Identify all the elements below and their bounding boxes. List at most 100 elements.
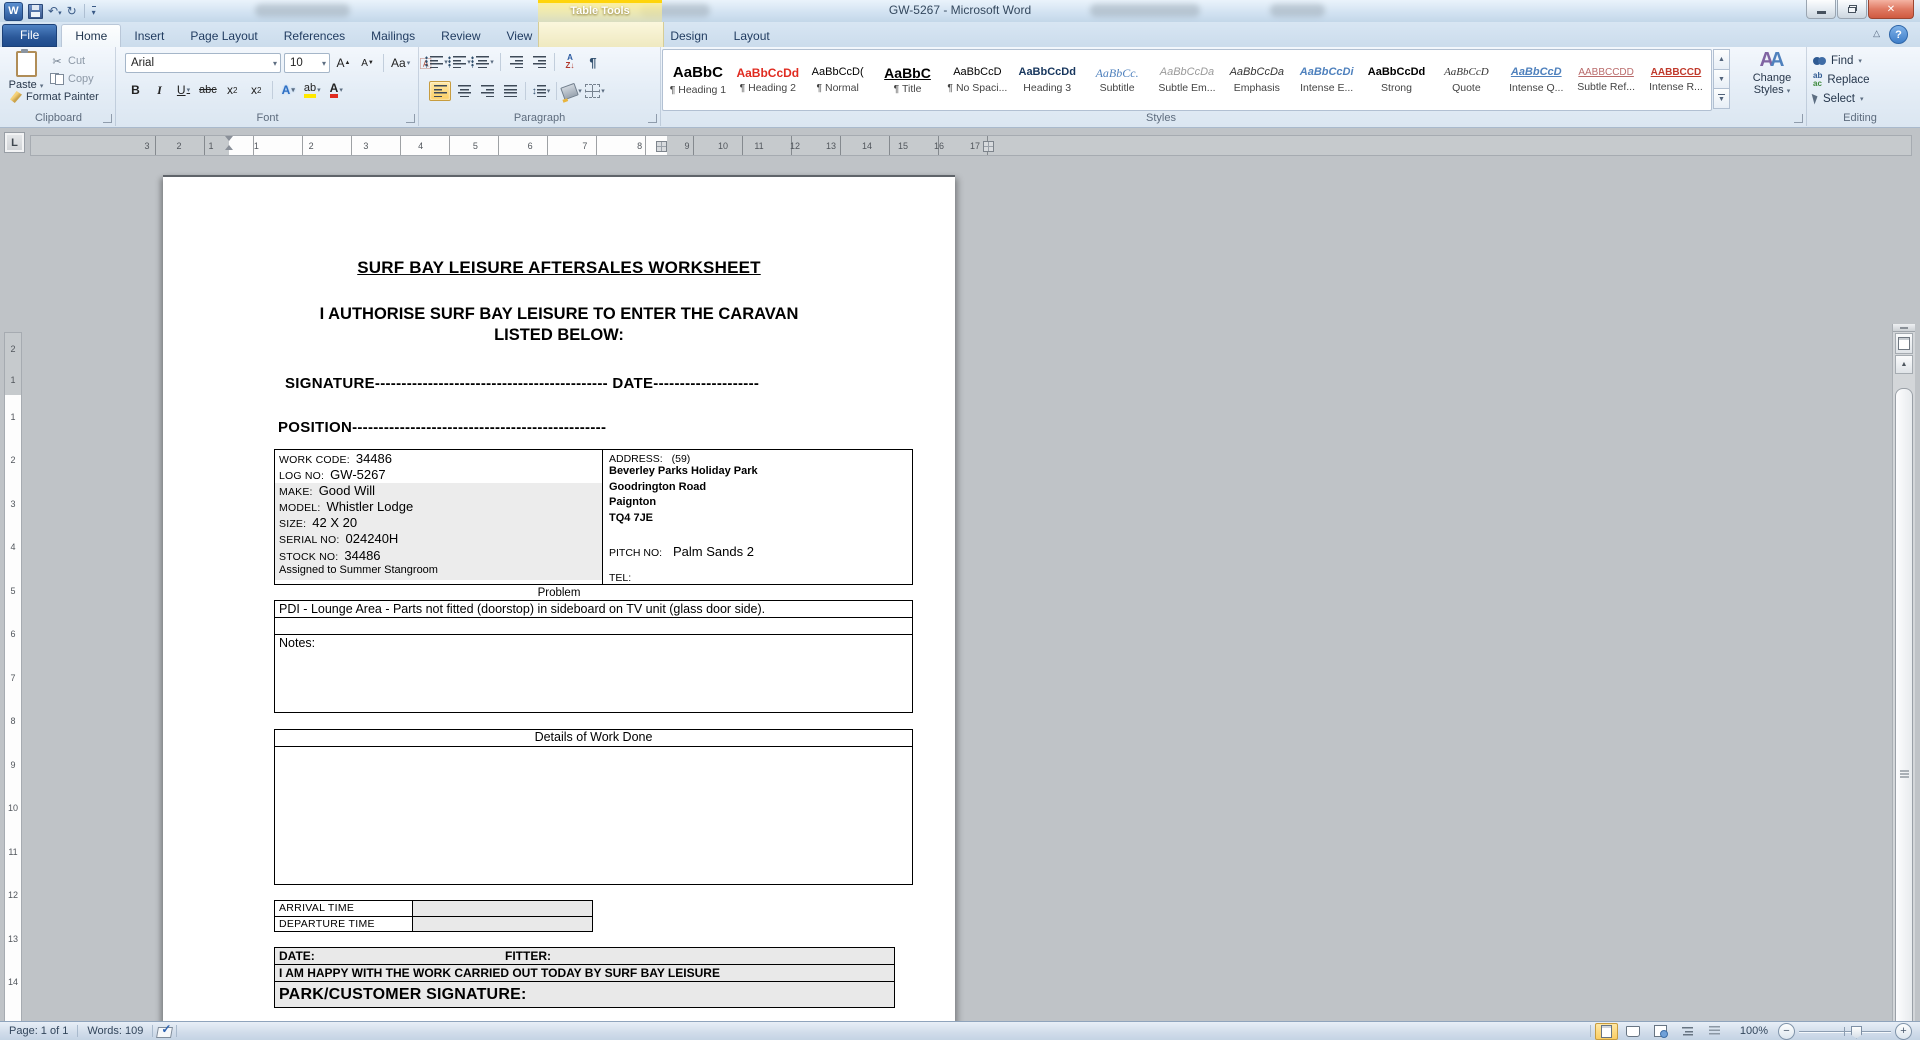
zoom-slider-thumb[interactable] <box>1851 1025 1862 1039</box>
scroll-up-icon[interactable]: ▲ <box>1895 355 1913 374</box>
tab-home[interactable]: Home <box>61 24 122 47</box>
style-item[interactable]: AaBbCcD( ¶ Normal <box>803 50 873 110</box>
bold-button[interactable]: B <box>125 81 146 99</box>
replace-button[interactable]: ab ac Replace <box>1813 71 1870 88</box>
find-button[interactable]: Find ▾ <box>1813 52 1862 69</box>
tab-insert[interactable]: Insert <box>121 25 177 47</box>
italic-button[interactable]: I <box>149 81 170 99</box>
hanging-indent-marker[interactable] <box>225 145 233 150</box>
change-styles-button[interactable]: AA Change Styles ▾ <box>1741 49 1803 109</box>
tab-review[interactable]: Review <box>428 25 493 47</box>
font-color-button[interactable]: A ▾ <box>326 81 347 99</box>
zoom-out-button[interactable]: − <box>1778 1022 1795 1040</box>
minimize-ribbon-icon[interactable]: △ <box>1873 28 1880 39</box>
styles-more-icon[interactable]: ▼ <box>1713 89 1730 110</box>
zoom-level[interactable]: 100% <box>1740 1025 1768 1037</box>
scrollbar-thumb[interactable] <box>1895 388 1913 1022</box>
vertical-ruler[interactable]: 21 123456789101112131415161718 <box>4 332 22 1022</box>
highlight-color-button[interactable]: ab ▾ <box>302 81 323 99</box>
style-item[interactable]: AaBbCcD ¶ No Spaci... <box>942 50 1012 110</box>
style-item[interactable]: AaBbCcDi Intense E... <box>1292 50 1362 110</box>
grow-font-button[interactable]: A ▲ <box>333 54 354 72</box>
style-item[interactable]: AaBbCcDd Heading 3 <box>1012 50 1082 110</box>
restore-button[interactable] <box>1837 0 1867 19</box>
style-item[interactable]: AaBbCcD Intense Q... <box>1501 50 1571 110</box>
copy-button[interactable]: Copy <box>50 71 94 87</box>
styles-scroll-up-icon[interactable]: ▲ <box>1713 49 1730 70</box>
multilevel-list-button[interactable]: ▾ <box>471 53 495 71</box>
proofing-status-icon[interactable]: ✓ <box>156 1022 174 1038</box>
tab-design[interactable]: Design <box>657 25 720 47</box>
cut-button[interactable]: ✂ Cut <box>50 53 85 69</box>
align-left-button[interactable] <box>429 81 451 101</box>
word-count[interactable]: Words: 109 <box>78 1025 152 1037</box>
style-item[interactable]: AaBbCcDa Emphasis <box>1222 50 1292 110</box>
align-right-button[interactable] <box>477 82 497 100</box>
horizontal-ruler[interactable]: 321 12345678 9 10 11 12 13 14 15 16 17 <box>30 135 1912 156</box>
vertical-scrollbar[interactable]: ▲ ▼ <box>1892 324 1915 1022</box>
styles-scroll-down-icon[interactable]: ▼ <box>1713 69 1730 90</box>
style-item[interactable]: AaBbCcDa Subtle Em... <box>1152 50 1222 110</box>
style-item[interactable]: AaBbC ¶ Heading 1 <box>663 50 733 110</box>
tab-page-layout[interactable]: Page Layout <box>177 25 270 47</box>
first-line-indent-marker[interactable] <box>225 136 233 141</box>
web-layout-view-button[interactable] <box>1649 1023 1672 1040</box>
justify-button[interactable] <box>500 82 520 100</box>
help-icon[interactable]: ? <box>1889 25 1908 44</box>
ruler-toggle-button[interactable] <box>1895 333 1913 354</box>
tab-view[interactable]: View <box>494 25 546 47</box>
align-center-button[interactable] <box>454 82 474 100</box>
decrease-indent-button[interactable] <box>506 53 526 71</box>
font-dialog-launcher-icon[interactable] <box>406 114 415 123</box>
minimize-button[interactable] <box>1806 0 1836 19</box>
borders-button[interactable]: ▾ <box>585 82 605 100</box>
font-size-select[interactable]: 10 ▾ <box>284 53 330 73</box>
page-count[interactable]: Page: 1 of 1 <box>0 1025 77 1037</box>
paragraph-dialog-launcher-icon[interactable] <box>648 114 657 123</box>
shrink-font-button[interactable]: A ▼ <box>357 54 378 72</box>
split-handle[interactable] <box>1893 324 1915 332</box>
tab-file[interactable]: File <box>2 24 58 47</box>
text-effects-button[interactable]: A ▾ <box>278 81 299 99</box>
outline-view-button[interactable] <box>1676 1023 1699 1040</box>
print-layout-view-button[interactable] <box>1594 1022 1618 1040</box>
numbering-button[interactable]: ▾ <box>448 53 472 71</box>
style-item[interactable]: AaBbCcD Quote <box>1431 50 1501 110</box>
tab-selector-button[interactable]: L <box>4 132 25 153</box>
tab-references[interactable]: References <box>271 25 358 47</box>
full-screen-reading-view-button[interactable] <box>1622 1023 1645 1040</box>
draft-view-button[interactable] <box>1703 1023 1726 1040</box>
address-line: Paignton <box>609 496 657 508</box>
bullets-button[interactable]: ▾ <box>425 53 449 71</box>
tab-layout[interactable]: Layout <box>721 25 783 47</box>
styles-dialog-launcher-icon[interactable] <box>1794 114 1803 123</box>
style-item[interactable]: AaBbCc. Subtitle <box>1082 50 1152 110</box>
font-family-select[interactable]: Arial ▾ <box>125 53 281 73</box>
style-item[interactable]: AaBbCcDd ¶ Heading 2 <box>733 50 803 110</box>
sort-button[interactable]: A Z↓ <box>560 53 580 71</box>
format-painter-button[interactable]: Format Painter <box>10 89 99 105</box>
style-item[interactable]: AaBbC ¶ Title <box>873 50 943 110</box>
increase-indent-button[interactable] <box>529 53 549 71</box>
strikethrough-button[interactable]: abc <box>197 81 219 99</box>
table-column-marker[interactable] <box>983 141 994 152</box>
style-item[interactable]: AABBCCDD Subtle Ref... <box>1571 50 1641 110</box>
line-spacing-button[interactable]: ↕ ▾ <box>531 82 551 100</box>
superscript-button[interactable]: x2 <box>246 81 267 99</box>
zoom-in-button[interactable]: + <box>1895 1022 1912 1040</box>
show-paragraph-marks-button[interactable]: ¶ <box>583 53 603 71</box>
zoom-slider[interactable] <box>1799 1024 1891 1039</box>
style-item[interactable]: AABBCCD Intense R... <box>1641 50 1711 110</box>
table-column-marker[interactable] <box>656 141 667 152</box>
select-button[interactable]: Select ▾ <box>1811 90 1863 107</box>
shading-button[interactable]: ▾ <box>560 82 582 100</box>
address-label-row: ADDRESS: (59) <box>609 453 691 465</box>
subscript-button[interactable]: x2 <box>222 81 243 99</box>
document-page[interactable]: SURF BAY LEISURE AFTERSALES WORKSHEET I … <box>163 175 955 1022</box>
tab-mailings[interactable]: Mailings <box>358 25 428 47</box>
style-item[interactable]: AaBbCcDd Strong <box>1362 50 1432 110</box>
underline-button[interactable]: U ▾ <box>173 81 194 99</box>
change-case-button[interactable]: Aa ▾ <box>389 54 412 72</box>
close-button[interactable]: ✕ <box>1868 0 1914 19</box>
clipboard-dialog-launcher-icon[interactable] <box>103 114 112 123</box>
